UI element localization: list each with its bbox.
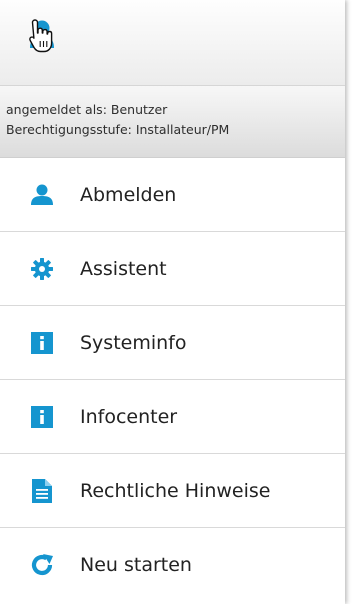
menu-header bbox=[0, 0, 345, 86]
menu-item-label: Infocenter bbox=[80, 405, 178, 428]
menu-item-label: Abmelden bbox=[80, 183, 177, 206]
permission-level-text: Berechtigungsstufe: Installateur/PM bbox=[6, 122, 230, 137]
menu-item-abmelden[interactable]: Abmelden bbox=[0, 158, 345, 232]
menu-item-neu-starten[interactable]: Neu starten bbox=[0, 528, 345, 602]
menu-item-label: Rechtliche Hinweise bbox=[80, 479, 271, 502]
menu-item-label: Assistent bbox=[80, 257, 167, 280]
user-menu: angemeldet als: Benutzer Berechtigungsst… bbox=[0, 0, 345, 604]
info-icon bbox=[29, 404, 55, 430]
document-icon bbox=[29, 478, 55, 504]
info-icon bbox=[29, 330, 55, 356]
logged-in-as-text: angemeldet als: Benutzer bbox=[6, 102, 168, 117]
user-menu-button[interactable] bbox=[28, 18, 74, 76]
hand-pointer-cursor bbox=[29, 19, 53, 53]
refresh-icon bbox=[29, 552, 55, 578]
user-icon bbox=[29, 182, 55, 208]
menu-item-assistent[interactable]: Assistent bbox=[0, 232, 345, 306]
user-info-panel: angemeldet als: Benutzer Berechtigungsst… bbox=[0, 86, 345, 158]
menu-item-rechtliche-hinweise[interactable]: Rechtliche Hinweise bbox=[0, 454, 345, 528]
menu-item-label: Neu starten bbox=[80, 554, 192, 576]
menu-item-systeminfo[interactable]: Systeminfo bbox=[0, 306, 345, 380]
gear-icon bbox=[29, 256, 55, 282]
menu-item-infocenter[interactable]: Infocenter bbox=[0, 380, 345, 454]
menu-item-label: Systeminfo bbox=[80, 331, 187, 354]
